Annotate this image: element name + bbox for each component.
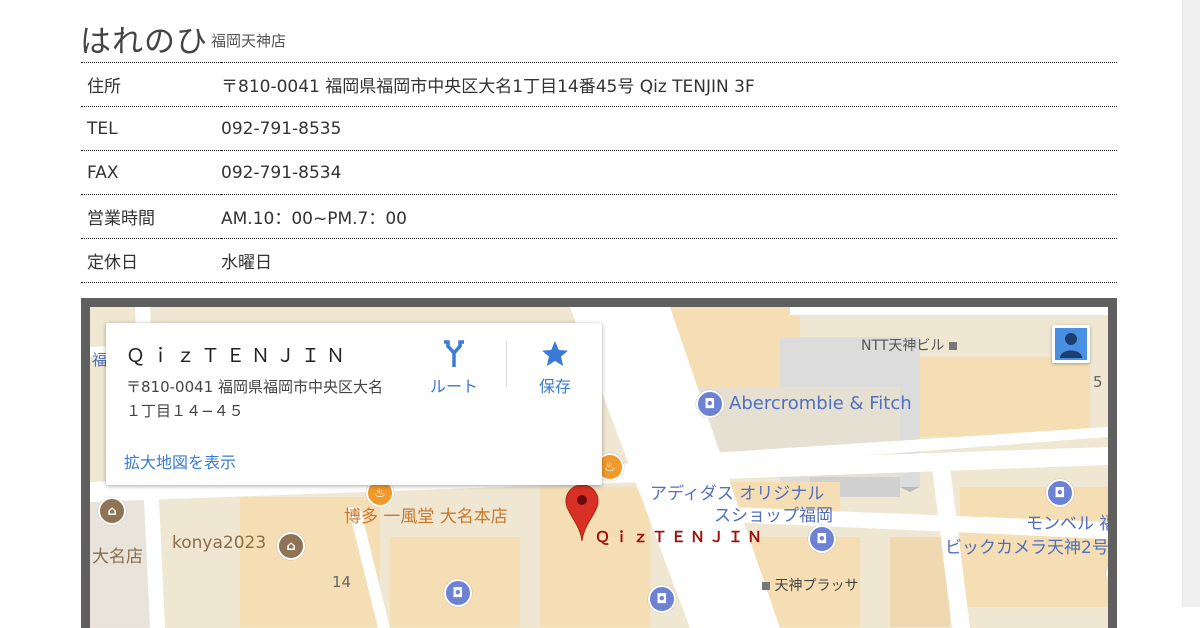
- directions-icon: [444, 340, 464, 367]
- directions-label: ルート: [429, 377, 478, 396]
- museum-icon[interactable]: ⌂: [277, 532, 305, 560]
- map-label-fuku: 福: [92, 351, 108, 369]
- branch-name: 福岡天神店: [211, 32, 287, 50]
- address-line-1: 〒810-0041 福岡県福岡市中央区大名: [126, 378, 383, 396]
- map-label-number-5: 5: [1093, 373, 1103, 391]
- map-label-bic[interactable]: ビックカメラ天神2号: [945, 533, 1108, 558]
- map-label-number-14: 14: [332, 573, 352, 591]
- shopping-bag-icon[interactable]: ◘: [808, 525, 836, 553]
- shopping-bag-icon[interactable]: ◘: [444, 579, 472, 607]
- place-name: ＱｉｚＴＥＮＪＩＮ: [126, 345, 352, 367]
- square-marker-icon: [762, 582, 770, 590]
- shopping-bag-icon[interactable]: ◘: [1046, 479, 1074, 507]
- map-label-daimyo[interactable]: 大名店: [92, 542, 143, 567]
- street-view-button[interactable]: [1052, 325, 1090, 363]
- shopping-bag-icon[interactable]: ◘: [696, 390, 724, 418]
- address-line-2: １丁目１４−４５: [126, 402, 244, 420]
- closed-day-value: 水曜日: [221, 238, 1117, 283]
- page-scrollbar[interactable]: [1182, 0, 1200, 607]
- map-label-qiz[interactable]: ＱｉｚＴＥＮＪＩＮ: [595, 526, 766, 547]
- save-button[interactable]: 保存: [520, 339, 590, 397]
- tel-label: TEL: [81, 106, 221, 151]
- fax-label: FAX: [81, 150, 221, 195]
- map-label-abercrombie[interactable]: Abercrombie & Fitch: [729, 393, 912, 414]
- view-larger-map-link[interactable]: 拡大地図を表示: [124, 449, 236, 473]
- tel-value: 092-791-8535: [221, 106, 1117, 151]
- brand-logo: はれのひ: [80, 24, 208, 60]
- place-icon[interactable]: ⌂: [98, 497, 126, 525]
- map-label-konya[interactable]: konya2023: [172, 533, 266, 553]
- address-label: 住所: [81, 62, 221, 107]
- hours-label: 営業時間: [81, 194, 221, 239]
- map-label-adidas-2[interactable]: スショップ福岡: [714, 501, 833, 526]
- map-label-tenjin-plaza: 天神プラッサ: [762, 575, 858, 595]
- info-row-closed: 定休日 水曜日: [81, 238, 1117, 283]
- map-label-montbell[interactable]: モンベル 福: [1026, 509, 1108, 534]
- save-label: 保存: [538, 377, 571, 396]
- store-header: はれのひ 福岡天神店: [80, 10, 1120, 60]
- map-label-ippudo[interactable]: 博多 一風堂 大名本店: [344, 502, 508, 527]
- pegman-icon: [1055, 328, 1087, 360]
- address-value: 〒810-0041 福岡県福岡市中央区大名1丁目14番45号 Qiz TENJI…: [221, 62, 1117, 107]
- fax-value: 092-791-8534: [221, 150, 1117, 195]
- square-marker-icon: [948, 342, 957, 350]
- map-frame: NTT天神ビル ◘ Abercrombie & Fitch アディダス オリジナ…: [81, 298, 1117, 628]
- directions-button[interactable]: ルート: [419, 339, 489, 397]
- info-row-hours: 営業時間 AM.10：00~PM.7：00: [81, 194, 1117, 239]
- info-row-fax: FAX 092-791-8534: [81, 150, 1117, 195]
- closed-day-label: 定休日: [81, 238, 221, 283]
- info-row-tel: TEL 092-791-8535: [81, 106, 1117, 151]
- info-row-address: 住所 〒810-0041 福岡県福岡市中央区大名1丁目14番45号 Qiz TE…: [81, 62, 1117, 107]
- star-icon: [542, 341, 568, 366]
- embedded-map[interactable]: NTT天神ビル ◘ Abercrombie & Fitch アディダス オリジナ…: [90, 307, 1108, 628]
- map-label-ntt: NTT天神ビル: [861, 335, 957, 355]
- place-address: 〒810-0041 福岡県福岡市中央区大名 １丁目１４−４５: [126, 375, 416, 423]
- hours-value: AM.10：00~PM.7：00: [221, 194, 1117, 239]
- shopping-bag-icon[interactable]: ◘: [648, 585, 676, 613]
- place-info-card: ＱｉｚＴＥＮＪＩＮ 〒810-0041 福岡県福岡市中央区大名 １丁目１４−４５…: [106, 323, 602, 485]
- card-divider: [506, 341, 507, 387]
- store-info-table: 住所 〒810-0041 福岡県福岡市中央区大名1丁目14番45号 Qiz TE…: [81, 62, 1117, 283]
